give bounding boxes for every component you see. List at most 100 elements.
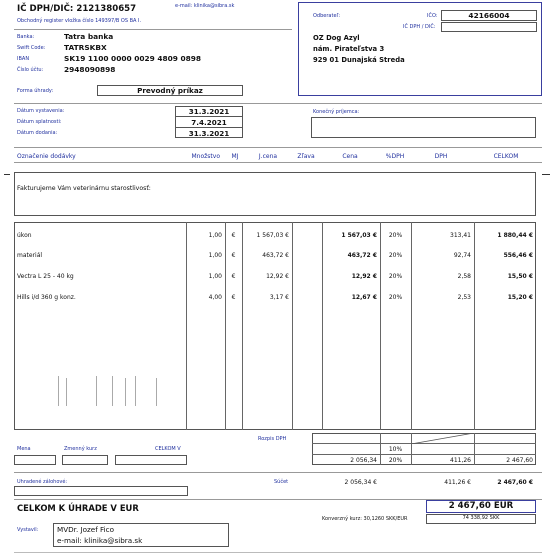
item-qty: 1,00 (208, 232, 222, 239)
item-unit: € (231, 294, 236, 301)
due-date-label: Dátum splatnosti: (17, 119, 62, 125)
issuer-name: MVDr. Jozef Fico (57, 525, 114, 534)
item-name: materiál (17, 252, 43, 259)
item-total: 15,50 € (507, 273, 533, 280)
item-vat-pct: 20% (388, 294, 403, 301)
vat10-pct: 10% (388, 446, 403, 453)
item-vat: 2,53 (457, 294, 471, 301)
vat20-base: 2 056,34 (350, 457, 377, 464)
col-total: CELKOM (493, 153, 519, 160)
intro-text: Fakturujeme Vám veterinárnu starostlivos… (17, 185, 151, 192)
item-unit-price: 12,92 € (266, 273, 289, 280)
bank-value: Tatra banka (64, 32, 114, 41)
item-unit: € (231, 232, 236, 239)
col-unit: MJ (231, 153, 239, 160)
currency-field (14, 455, 56, 465)
supplier-email: e-mail: klinika@sibra.sk (175, 3, 235, 9)
grand-total-value: 2 467,60 EUR (448, 501, 514, 511)
intro-box (14, 172, 536, 216)
supplier-vat-id: IČ DPH/DIČ: 2121380657 (17, 4, 136, 14)
item-price: 12,67 € (351, 294, 377, 301)
item-total: 556,46 € (503, 252, 533, 259)
grand-total-label: CELKOM K ÚHRADE V EUR (17, 503, 139, 513)
rate-label: Zmenný kurz (64, 446, 97, 452)
payment-label: Forma úhrady: (17, 88, 54, 94)
vat20-amount: 411,26 (450, 457, 471, 464)
item-qty: 1,00 (208, 252, 222, 259)
col-price: Cena (342, 153, 358, 160)
conversion-rate: Konverzný kurz: 30,1260 SKK/EUR (322, 516, 408, 522)
item-unit: € (231, 273, 236, 280)
due-date-value: 7.4.2021 (191, 118, 227, 127)
item-unit-price: 463,72 € (262, 252, 289, 259)
item-total: 15,20 € (507, 294, 533, 301)
col-qty: Množstvo (191, 153, 221, 160)
icdph-field (441, 22, 537, 32)
col-vat: DPH (434, 153, 448, 160)
swift-label: Swift Code: (17, 45, 46, 51)
item-vat: 92,74 (453, 252, 471, 259)
issue-date-value: 31.3.2021 (188, 107, 230, 116)
item-price: 463,72 € (347, 252, 377, 259)
item-name: Hills i/d 360 g konz. (17, 294, 76, 301)
col-vat-pct: %DPH (385, 153, 405, 160)
item-vat: 2,58 (457, 273, 471, 280)
item-price: 12,92 € (351, 273, 377, 280)
final-recipient-field (311, 117, 536, 138)
bank-label: Banka: (17, 34, 35, 40)
swift-value: TATRSKBX (64, 43, 107, 52)
item-qty: 1,00 (208, 273, 222, 280)
customer-city: 929 01 Dunajská Streda (313, 56, 405, 64)
sum-label: Súčet (274, 479, 289, 485)
customer-street: nám. Pirateľstva 3 (313, 45, 385, 53)
sum-total: 2 467,60 € (497, 479, 533, 486)
advances-field (14, 486, 188, 496)
supplier-vat-value: 2121380657 (76, 4, 137, 14)
item-name: Vectra L 25 - 40 kg (17, 273, 74, 280)
item-vat-pct: 20% (388, 273, 403, 280)
issue-date-label: Dátum vystavenia: (17, 108, 65, 114)
ico-label: IČO: (427, 13, 438, 19)
vat-breakdown-label: Rozpis DPH (258, 436, 287, 442)
account-label: Číslo účtu: (17, 67, 44, 73)
icdph-label: IČ DPH / DIČ: (403, 24, 436, 30)
item-price: 1 567,03 € (341, 232, 377, 239)
company-register: Obchodný register vložka číslo 149397/B … (17, 18, 142, 24)
customer-label: Odberateľ: (313, 13, 341, 19)
vat-diagonal-line (411, 433, 474, 444)
issuer-email: e-mail: klinika@sibra.sk (57, 536, 143, 545)
ico-value: 42166004 (468, 11, 510, 20)
final-recipient-label: Konečný príjemca: (313, 109, 360, 115)
account-value: 2948090898 (64, 65, 116, 74)
item-unit: € (231, 252, 236, 259)
delivery-date-label: Dátum dodania: (17, 130, 58, 136)
total-in-field (115, 455, 187, 465)
vat20-pct: 20% (388, 457, 403, 464)
item-vat-pct: 20% (388, 252, 403, 259)
sum-vat: 411,26 € (444, 479, 471, 486)
item-total: 1 880,44 € (497, 232, 533, 239)
currency-label: Mena (17, 446, 31, 452)
skk-value: 74 338,92 SKK (462, 515, 500, 521)
rate-field (62, 455, 108, 465)
delivery-date-value: 31.3.2021 (188, 129, 230, 138)
iban-value: SK19 1100 0000 0029 4809 0898 (64, 54, 202, 63)
issuer-label: Vystavil: (17, 527, 39, 533)
total-in-label: CELKOM V (155, 446, 181, 452)
item-qty: 4,00 (208, 294, 222, 301)
sum-base: 2 056,34 € (344, 479, 377, 486)
col-item: Označenie dodávky (17, 153, 76, 160)
item-unit-price: 1 567,03 € (256, 232, 289, 239)
customer-name: OZ Dog Azyl (313, 34, 360, 42)
item-vat-pct: 20% (388, 232, 403, 239)
payment-value: Prevodný príkaz (137, 86, 203, 95)
item-vat: 313,41 (450, 232, 471, 239)
advances-label: Uhradené zálohové: (17, 479, 68, 485)
col-discount: Zľava (297, 153, 315, 160)
col-unit-price: J.cena (258, 153, 278, 160)
iban-label: IBAN (17, 56, 30, 62)
item-name: úkon (17, 232, 32, 239)
supplier-vat-label: IČ DPH/DIČ: (17, 4, 74, 14)
item-unit-price: 3,17 € (269, 294, 289, 301)
vat20-total: 2 467,60 (506, 457, 533, 464)
